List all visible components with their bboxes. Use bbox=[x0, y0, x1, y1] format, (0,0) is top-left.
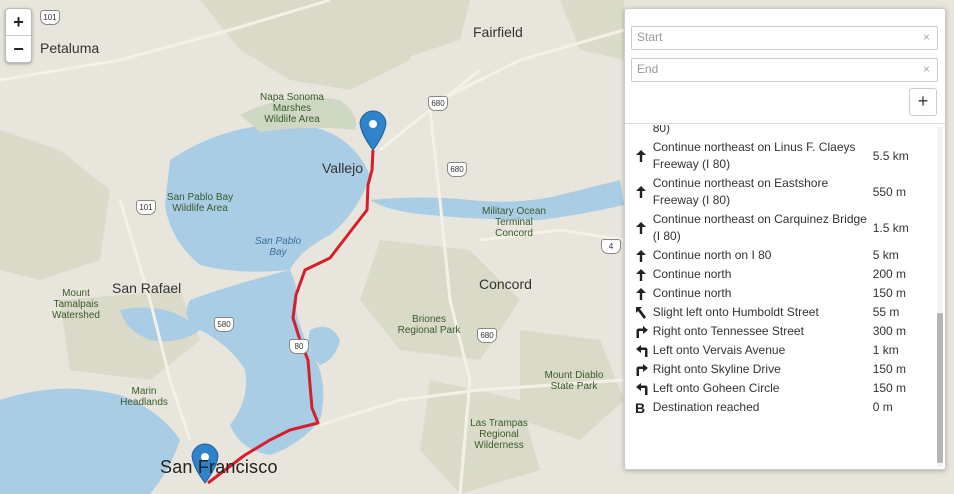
start-field: × bbox=[631, 26, 938, 50]
label-mount-tamalpais: Mount Tamalpais Watershed bbox=[52, 288, 100, 321]
highway-shield-80: 80 bbox=[289, 339, 309, 354]
highway-shield-680: 680 bbox=[428, 96, 448, 111]
label-san-pablo-refuge: San Pablo Bay Wildlife Area bbox=[166, 192, 234, 214]
direction-distance: 550 m bbox=[872, 184, 907, 199]
direction-text: Left onto Goheen Circle bbox=[652, 381, 780, 395]
direction-distance: 0 m bbox=[872, 400, 893, 414]
label-concord: Concord bbox=[479, 276, 532, 292]
arrow-slight-left-icon bbox=[631, 303, 653, 322]
direction-text: Continue northeast on Eastshore Freeway … bbox=[652, 176, 829, 207]
direction-step[interactable]: Right onto Tennessee Street 300 m bbox=[631, 322, 931, 341]
direction-distance: 150 m bbox=[872, 381, 907, 395]
direction-step[interactable]: Right onto Skyline Drive 150 m bbox=[631, 360, 931, 379]
direction-step[interactable]: Continue northeast on Eastshore Freeway … bbox=[631, 174, 931, 210]
arrow-straight-icon bbox=[631, 284, 653, 303]
clear-start-icon[interactable]: × bbox=[923, 30, 930, 44]
arrow-turn-right-icon bbox=[631, 322, 653, 341]
highway-shield-101: 101 bbox=[40, 10, 60, 25]
label-san-francisco: San Francisco bbox=[160, 457, 278, 477]
highway-shield-680: 680 bbox=[447, 162, 467, 177]
direction-distance: 150 m bbox=[872, 362, 907, 376]
clear-end-icon[interactable]: × bbox=[923, 62, 930, 76]
arrow-straight-icon bbox=[631, 174, 653, 210]
label-napa-marshes: Napa Sonoma Marshes Wildlife Area bbox=[260, 92, 324, 125]
direction-text: Continue northeast on Linus F. Claeys Fr… bbox=[652, 140, 856, 171]
direction-distance bbox=[869, 125, 931, 138]
direction-step[interactable]: B Destination reached 0 m bbox=[631, 398, 931, 417]
direction-step[interactable]: Continue north 200 m bbox=[631, 265, 931, 284]
label-las-trampas: Las Trampas Regional Wilderness bbox=[470, 418, 528, 451]
end-input[interactable] bbox=[632, 59, 922, 79]
add-waypoint-button[interactable]: + bbox=[909, 88, 937, 116]
direction-step[interactable]: Continue north on I 80 5 km bbox=[631, 246, 931, 265]
arrow-straight-icon bbox=[631, 246, 653, 265]
end-field: × bbox=[631, 58, 938, 82]
directions-table: 80) Continue northeast on Linus F. Claeys… bbox=[631, 125, 931, 417]
label-vallejo: Vallejo bbox=[322, 160, 363, 176]
direction-step[interactable]: Continue northeast on Carquinez Bridge (… bbox=[631, 210, 931, 246]
arrow-turn-right-icon bbox=[631, 360, 653, 379]
zoom-in-button[interactable]: + bbox=[6, 9, 31, 35]
label-fairfield: Fairfield bbox=[473, 24, 523, 40]
label-san-pablo-bay: San Pablo Bay bbox=[254, 236, 302, 258]
label-briones: Briones Regional Park bbox=[397, 314, 461, 336]
label-petaluma: Petaluma bbox=[40, 40, 100, 56]
direction-step[interactable]: Left onto Vervais Avenue 1 km bbox=[631, 341, 931, 360]
direction-step[interactable]: 80) bbox=[631, 125, 931, 138]
highway-shield-101: 101 bbox=[136, 200, 156, 215]
highway-shield-680: 680 bbox=[477, 328, 497, 343]
direction-distance: 200 m bbox=[872, 267, 907, 281]
panel-divider bbox=[625, 123, 945, 124]
arrow-straight-icon bbox=[631, 265, 653, 284]
direction-text: Continue northeast on Carquinez Bridge (… bbox=[652, 212, 867, 243]
highway-shield-580: 580 bbox=[214, 317, 234, 332]
arrow-straight-icon bbox=[631, 125, 653, 138]
routing-panel: × × + 80) Continue northeast on Linus F. … bbox=[624, 8, 946, 470]
arrow-straight-icon bbox=[631, 210, 653, 246]
arrow-straight-icon bbox=[631, 138, 653, 174]
directions-list[interactable]: 80) Continue northeast on Linus F. Claeys… bbox=[625, 125, 935, 465]
direction-distance: 5.5 km bbox=[872, 148, 909, 163]
start-input[interactable] bbox=[632, 27, 922, 47]
arrow-turn-left-icon bbox=[631, 379, 653, 398]
zoom-out-button[interactable]: − bbox=[6, 35, 31, 62]
direction-distance: 5 km bbox=[872, 248, 899, 262]
direction-distance: 1.5 km bbox=[872, 220, 909, 235]
label-mount-diablo: Mount Diablo State Park bbox=[544, 370, 604, 392]
highway-shield-4: 4 bbox=[601, 239, 621, 254]
direction-text: Right onto Skyline Drive bbox=[652, 362, 781, 376]
direction-step[interactable]: Left onto Goheen Circle 150 m bbox=[631, 379, 931, 398]
label-military-terminal: Military Ocean Terminal Concord bbox=[482, 206, 546, 239]
direction-distance: 55 m bbox=[872, 305, 900, 319]
direction-text: Slight left onto Humboldt Street bbox=[652, 305, 819, 319]
direction-distance: 300 m bbox=[872, 324, 907, 338]
label-san-rafael: San Rafael bbox=[112, 280, 182, 296]
directions-scroll-thumb[interactable] bbox=[937, 313, 943, 463]
direction-text: Continue north on I 80 bbox=[652, 248, 772, 262]
zoom-control: + − bbox=[5, 8, 32, 63]
direction-text: Left onto Vervais Avenue bbox=[652, 343, 786, 357]
direction-text: Continue north bbox=[652, 267, 732, 281]
direction-step[interactable]: Continue north 150 m bbox=[631, 284, 931, 303]
direction-text: Destination reached bbox=[652, 400, 760, 414]
direction-text: Continue north bbox=[652, 286, 732, 300]
destination-icon: B bbox=[631, 398, 653, 417]
direction-distance: 150 m bbox=[872, 286, 907, 300]
arrow-turn-left-icon bbox=[631, 341, 653, 360]
direction-text: Right onto Tennessee Street bbox=[652, 324, 804, 338]
direction-distance: 1 km bbox=[872, 343, 899, 357]
direction-text: 80) bbox=[652, 125, 671, 135]
label-marin-headlands: Marin Headlands bbox=[120, 386, 168, 408]
direction-step[interactable]: Slight left onto Humboldt Street 55 m bbox=[631, 303, 931, 322]
direction-step[interactable]: Continue northeast on Linus F. Claeys Fr… bbox=[631, 138, 931, 174]
svg-text:B: B bbox=[635, 401, 645, 415]
